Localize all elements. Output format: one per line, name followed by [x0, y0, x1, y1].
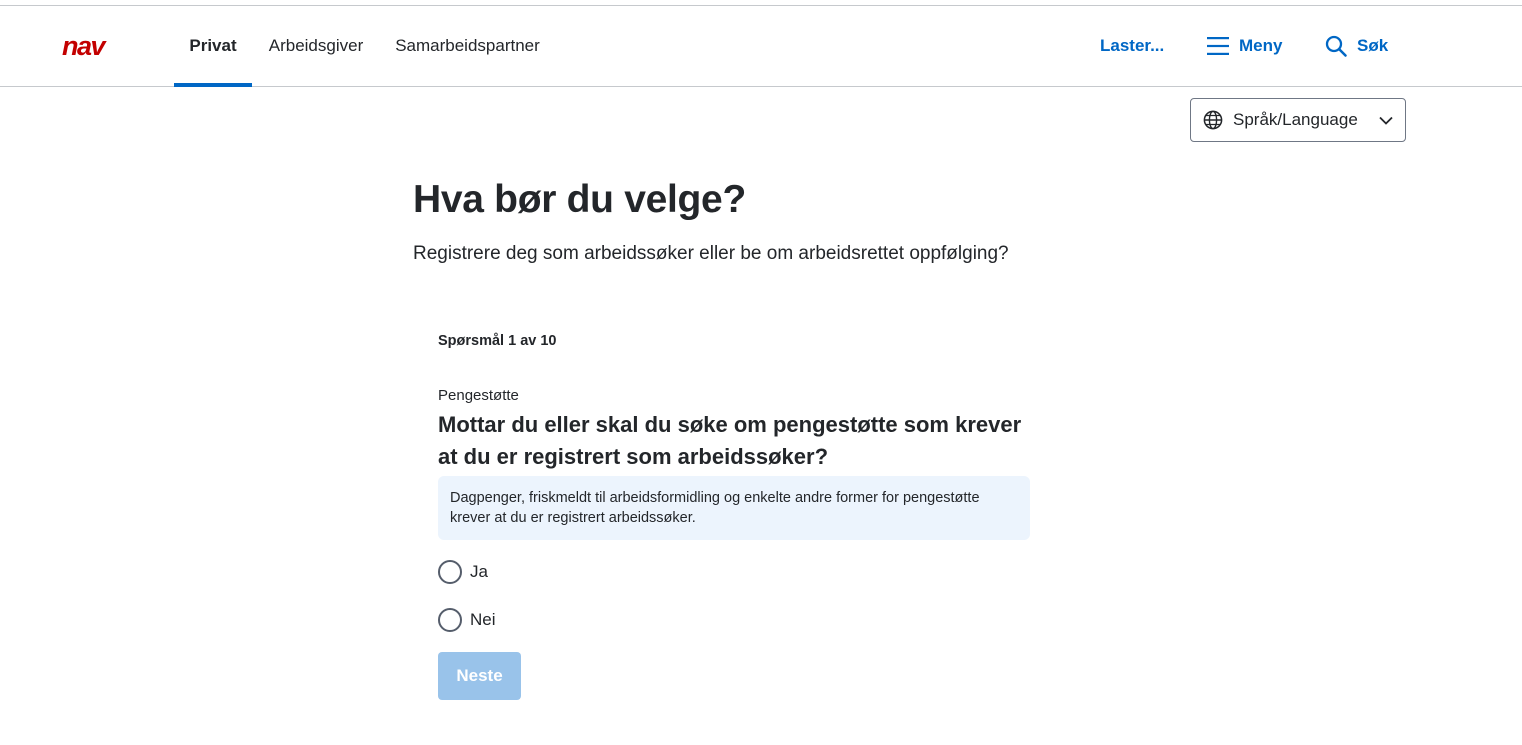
site-header: nav Privat Arbeidsgiver Samarbeidspartne…	[0, 6, 1522, 87]
page-title: Hva bør du velge?	[413, 178, 746, 221]
svg-text:nav: nav	[62, 34, 108, 58]
language-select[interactable]: Språk/Language	[1190, 98, 1406, 142]
hamburger-icon	[1207, 37, 1229, 55]
menu-label: Meny	[1239, 36, 1283, 55]
search-button[interactable]: Søk	[1325, 6, 1388, 86]
tab-arbeidsgiver[interactable]: Arbeidsgiver	[262, 6, 370, 86]
tab-samarbeidspartner[interactable]: Samarbeidspartner	[385, 6, 550, 86]
globe-icon	[1203, 110, 1223, 130]
login-loading-link[interactable]: Laster...	[1100, 6, 1164, 86]
tab-samarbeidspartner-label: Samarbeidspartner	[395, 36, 540, 55]
radio-circle[interactable]	[438, 608, 462, 632]
radio-option-nei[interactable]: Nei	[438, 607, 496, 633]
tab-arbeidsgiver-label: Arbeidsgiver	[268, 36, 364, 55]
tab-privat[interactable]: Privat	[174, 6, 252, 87]
question-category: Pengestøtte	[438, 387, 519, 404]
nav-logo[interactable]: nav	[62, 34, 128, 58]
search-label: Søk	[1357, 36, 1389, 55]
question-text: Mottar du eller skal du søke om pengestø…	[438, 412, 1022, 469]
radio-label-ja: Ja	[470, 562, 488, 581]
page-subtitle: Registrere deg som arbeidssøker eller be…	[413, 243, 1009, 264]
search-icon	[1325, 35, 1347, 57]
question-counter: Spørsmål 1 av 10	[438, 333, 557, 349]
question-info-box: Dagpenger, friskmeldt til arbeidsformidl…	[438, 476, 1030, 540]
tab-privat-label: Privat	[189, 36, 237, 55]
menu-button[interactable]: Meny	[1207, 6, 1282, 86]
radio-circle[interactable]	[438, 560, 462, 584]
loading-label: Laster...	[1100, 36, 1165, 55]
next-button[interactable]: Neste	[438, 652, 521, 700]
chevron-down-icon	[1379, 116, 1393, 125]
radio-option-ja[interactable]: Ja	[438, 559, 488, 585]
language-label: Språk/Language	[1233, 110, 1358, 129]
radio-label-nei: Nei	[470, 610, 496, 629]
